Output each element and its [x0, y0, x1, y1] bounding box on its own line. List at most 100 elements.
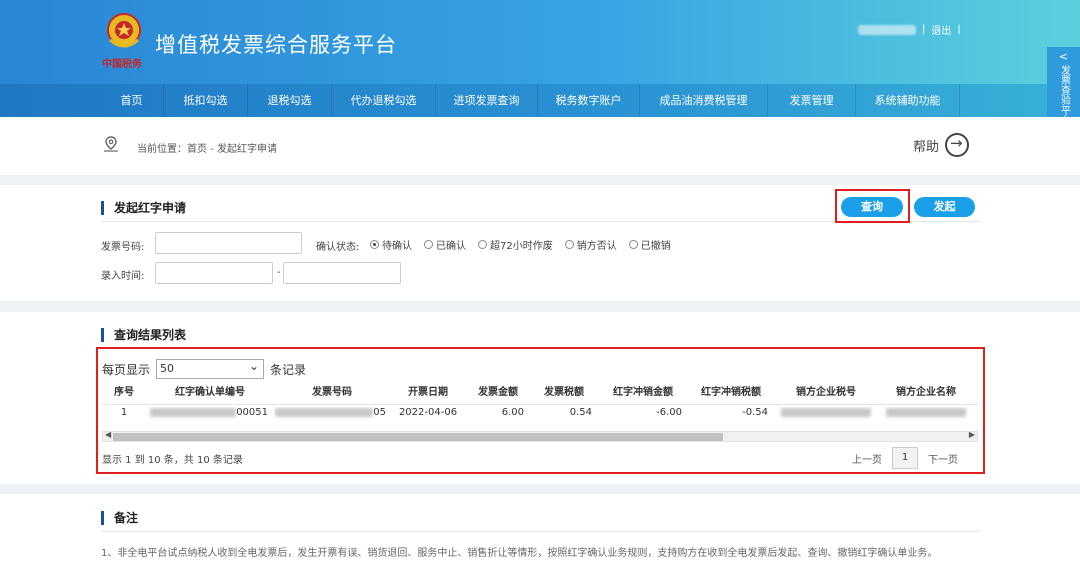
header-banner: 中国税务 增值税发票综合服务平台 | 退出 | — [0, 0, 1080, 84]
redacted-block — [150, 407, 237, 417]
breadcrumb-bar: 当前位置：首页 - 发起红字申请 帮助 — [0, 117, 1080, 175]
help-button[interactable]: 帮助 — [913, 133, 970, 157]
nav-item-system-tools[interactable]: 系统辅助功能 — [856, 84, 960, 117]
per-page-select[interactable]: 50 — [156, 357, 265, 379]
col-header-confirm-no: 红字确认单编号 — [175, 387, 245, 398]
help-label: 帮助 — [913, 139, 940, 155]
nav-item-home[interactable]: 首页 — [100, 84, 164, 117]
invoice-no-label: 发票号码: — [101, 242, 145, 253]
cell-tax: 0.54 — [569, 407, 592, 418]
logout-link[interactable]: 退出 — [931, 22, 951, 37]
location-pin-icon — [104, 136, 118, 152]
cell-invoice-no: 05 — [274, 407, 390, 425]
date-range-separator: - — [277, 267, 281, 278]
invoice-no-tail: 05 — [373, 407, 386, 418]
cell-no: 1 — [120, 407, 128, 418]
next-page-link[interactable]: 下一页 — [928, 451, 958, 466]
launch-button[interactable]: 发起 — [914, 197, 975, 217]
table-row[interactable]: 1 00051 05 2022-04-06 6.00 0.54 -6.00 -0… — [102, 407, 974, 425]
cell-date: 2022-04-06 — [398, 407, 458, 418]
section-title-apply: 发起红字申请 — [101, 201, 186, 215]
nav-item-input-invoice-query[interactable]: 进项发票查询 — [436, 84, 538, 117]
header-divider — [102, 404, 978, 405]
col-header-invoice-no: 发票号码 — [312, 387, 352, 398]
query-button[interactable]: 查询 — [841, 197, 903, 217]
entry-time-label: 录入时间: — [101, 271, 145, 282]
cell-red-tax: -0.54 — [742, 407, 768, 418]
col-header-seller-name: 销方企业名称 — [896, 387, 956, 398]
notes-panel: 备注 1、非全电平台试点纳税人收到全电发票后，发生开票有误、销货退回、服务中止、… — [0, 494, 1080, 573]
redacted-block — [886, 407, 966, 417]
per-page-suffix: 条记录 — [270, 362, 307, 377]
query-results-panel: 查询结果列表 每页显示 50 条记录 序号 红字确认单编号 发票号码 开票日期 … — [0, 312, 1080, 484]
radio-label: 已撤销 — [640, 241, 671, 252]
app-title: 增值税发票综合服务平台 — [155, 33, 397, 57]
status-radio-seller-denied[interactable]: 销方否认 — [564, 237, 617, 252]
scroll-left-arrow-icon[interactable]: ◀ — [105, 430, 111, 439]
section-divider — [101, 531, 980, 532]
status-radio-expired[interactable]: 超72小时作废 — [478, 237, 553, 252]
breadcrumb: 当前位置：首页 - 发起红字申请 — [137, 144, 277, 155]
main-nav: 首页 抵扣勾选 退税勾选 代办退税勾选 进项发票查询 税务数字账户 成品油消费税… — [0, 84, 1080, 117]
prev-page-link[interactable]: 上一页 — [852, 451, 882, 466]
scroll-right-arrow-icon[interactable]: ▶ — [969, 430, 975, 439]
radio-label: 销方否认 — [576, 241, 617, 252]
nav-item-agent-refund-select[interactable]: 代办退税勾选 — [332, 84, 436, 117]
radio-dot — [628, 240, 638, 249]
col-header-amount: 发票金额 — [478, 387, 518, 398]
col-header-red-amount: 红字冲销金额 — [613, 387, 673, 398]
status-radio-revoked[interactable]: 已撤销 — [628, 237, 671, 252]
per-page-control: 每页显示 50 条记录 — [102, 357, 307, 379]
redacted-block — [275, 407, 374, 417]
col-header-tax: 发票税额 — [544, 387, 584, 398]
cell-amount: 6.00 — [501, 407, 524, 418]
redacted-block — [781, 407, 871, 417]
pagination-summary: 显示 1 到 10 条，共 10 条记录 — [102, 455, 243, 466]
col-header-no: 序号 — [114, 387, 134, 398]
red-letter-apply-panel: 发起红字申请 查询 发起 发票号码: 确认状态: 待确认 已确认 超72小时作废… — [0, 185, 1080, 301]
radio-dot — [564, 240, 574, 249]
cell-red-amount: -6.00 — [656, 407, 682, 418]
radio-dot — [424, 240, 433, 249]
nav-item-refund-select[interactable]: 退税勾选 — [248, 84, 332, 117]
scrollbar-thumb[interactable] — [113, 433, 723, 441]
page-number-current[interactable]: 1 — [892, 447, 918, 469]
status-radio-pending[interactable]: 待确认 — [370, 237, 412, 252]
invoice-no-input[interactable] — [155, 232, 302, 254]
radio-label: 超72小时作废 — [490, 241, 553, 252]
logout-separator: | — [957, 24, 961, 35]
section-title-results: 查询结果列表 — [101, 328, 186, 342]
table-header: 序号 红字确认单编号 发票号码 开票日期 发票金额 发票税额 红字冲销金额 红字… — [102, 383, 974, 401]
user-separator: | — [922, 24, 926, 35]
horizontal-scrollbar[interactable]: ◀ ▶ — [102, 430, 978, 442]
nav-item-oil-tax-management[interactable]: 成品油消费税管理 — [640, 84, 768, 117]
radio-label: 已确认 — [436, 241, 466, 252]
chevron-left-icon: < — [1058, 50, 1069, 63]
side-tab-label: 发票查验平台 — [1058, 65, 1070, 125]
entry-time-end-input[interactable] — [283, 262, 401, 284]
user-area: | 退出 | — [858, 22, 961, 37]
status-label: 确认状态: — [316, 242, 360, 253]
nav-item-invoice-management[interactable]: 发票管理 — [768, 84, 856, 117]
col-header-seller-tax-id: 销方企业税号 — [796, 387, 856, 398]
status-radio-group: 待确认 已确认 超72小时作废 销方否认 已撤销 — [370, 237, 671, 252]
section-title-notes: 备注 — [101, 511, 138, 525]
pagination: 上一页 1 下一页 — [852, 447, 958, 469]
logo-caption: 中国税务 — [102, 59, 142, 70]
username-redacted — [858, 24, 916, 35]
col-header-red-tax: 红字冲销税额 — [701, 387, 761, 398]
confirm-no-tail: 00051 — [236, 407, 268, 418]
cell-seller-tax-id — [774, 407, 878, 425]
radio-dot — [478, 240, 487, 249]
entry-time-start-input[interactable] — [155, 262, 273, 284]
col-header-date: 开票日期 — [408, 387, 448, 398]
status-radio-confirmed[interactable]: 已确认 — [424, 237, 466, 252]
cell-seller-name — [878, 407, 974, 425]
notes-text: 1、非全电平台试点纳税人收到全电发票后，发生开票有误、销货退回、服务中止、销售折… — [101, 548, 938, 559]
arrow-right-circle-icon — [945, 133, 970, 157]
radio-dot — [370, 240, 379, 249]
nav-item-tax-digital-account[interactable]: 税务数字账户 — [538, 84, 640, 117]
radio-label: 待确认 — [382, 241, 412, 252]
cell-confirm-no: 00051 — [146, 407, 274, 425]
nav-item-deduction-select[interactable]: 抵扣勾选 — [164, 84, 248, 117]
